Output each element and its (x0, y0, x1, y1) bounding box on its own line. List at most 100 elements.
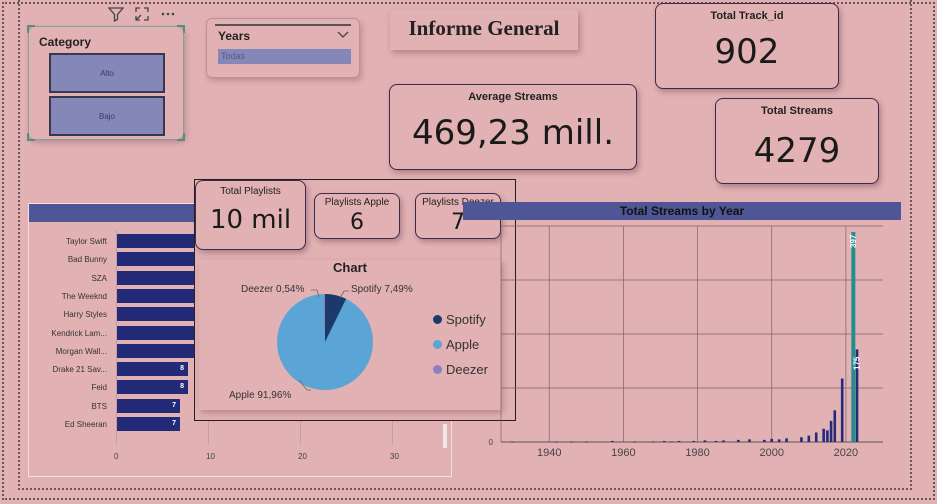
average-streams-card: Average Streams 469,23 mill. (389, 84, 637, 170)
total-streams-value: 4279 (753, 131, 841, 171)
artist-label: Drake 21 Sav... (52, 365, 107, 375)
artist-bar[interactable] (116, 252, 196, 267)
streams-chart-title: Total Streams by Year (463, 202, 901, 220)
artist-label: Bad Bunny (67, 255, 107, 265)
year-axis-tick: 1960 (611, 447, 635, 459)
total-streams-card: Total Streams 4279 (715, 98, 879, 184)
legend-spotify-dot (433, 315, 442, 324)
playlists-apple-card: Playlists Apple 6 (314, 193, 400, 239)
pie-label-apple: Apple 91,96% (229, 390, 292, 401)
year-bar (714, 440, 718, 442)
artist-label: SZA (91, 273, 107, 283)
artist-bar[interactable] (116, 288, 196, 303)
years-slicer: Years Todas (206, 18, 360, 78)
artist-bar[interactable]: 8 (116, 380, 188, 395)
year-bar (703, 440, 707, 442)
playlists-apple-value: 6 (350, 210, 364, 235)
artist-bar[interactable] (116, 343, 196, 358)
artist-axis-tick: 20 (298, 452, 307, 461)
artist-label: Harry Styles (63, 310, 107, 320)
year-bar (748, 439, 751, 442)
year-bar (651, 441, 655, 443)
artist-label: The Weeknd (61, 291, 107, 301)
years-dropdown[interactable]: Todas (218, 49, 351, 64)
year-bar (677, 440, 681, 442)
year-bar (510, 441, 514, 443)
visual-toolbar (108, 6, 176, 22)
year-axis-tick: 1980 (685, 447, 709, 459)
pie-chart (277, 289, 373, 391)
streams-year-plot: 397 175 1940 1960 1980 2000 2020 0 (489, 225, 883, 459)
year-bar (807, 435, 811, 442)
artist-label: Kendrick Lam... (51, 328, 107, 338)
pie-label-spotify: Spotify 7,49% (351, 284, 413, 295)
category-option-bajo[interactable]: Bajo (49, 96, 165, 136)
legend-apple-dot (433, 340, 442, 349)
artist-gridline (116, 230, 117, 444)
artist-bar[interactable]: 8 (116, 362, 188, 377)
years-slicer-title: Years (218, 29, 251, 43)
chevron-up-icon[interactable] (337, 31, 349, 39)
year-bar (670, 441, 673, 443)
total-track-value: 902 (714, 32, 780, 72)
report-title-box: Informe General (390, 10, 578, 50)
artist-bar[interactable]: 7 (116, 398, 180, 413)
artist-bar[interactable] (116, 325, 196, 340)
artist-label: BTS (91, 401, 107, 411)
year-axis-tick: 2000 (759, 447, 783, 459)
filter-icon[interactable] (108, 6, 124, 22)
year-bar (785, 438, 788, 442)
year-bar (662, 440, 666, 442)
artist-chart-scrollbar[interactable] (443, 424, 447, 448)
streams-by-year-chart: Total Streams by Year 397 175 1940 1960 1980… (463, 202, 901, 478)
pie-label-deezer: Deezer 0,54% (241, 284, 305, 295)
year-bar (833, 410, 837, 442)
year-bar (840, 378, 844, 442)
year-bar (770, 438, 774, 442)
artist-axis-tick: 10 (206, 452, 215, 461)
artist-label: Feid (91, 383, 107, 393)
average-streams-label: Average Streams (468, 91, 558, 103)
year-bar (763, 439, 766, 442)
year-bar (826, 430, 829, 442)
artist-axis-tick: 0 (114, 452, 119, 461)
year-bar (692, 440, 696, 442)
report-title: Informe General (408, 16, 560, 40)
legend-deezer-dot (433, 365, 442, 374)
artist-label: Ed Sheeran (64, 420, 107, 429)
expand-icon[interactable] (134, 6, 150, 22)
playlists-apple-label: Playlists Apple (324, 197, 390, 208)
artist-bar[interactable]: 7 (116, 417, 180, 431)
year-bar (822, 428, 825, 442)
artist-label: Morgan Wall... (55, 346, 107, 356)
year-data-label: 397 (849, 234, 858, 248)
category-option-alto[interactable]: Alto (49, 53, 165, 93)
year-bar (633, 441, 636, 443)
year-axis-tick-y: 0 (489, 438, 494, 447)
total-streams-label: Total Streams (761, 105, 833, 117)
total-playlists-value: 10 mil (209, 205, 292, 235)
artist-bar[interactable] (116, 307, 196, 322)
more-options-icon[interactable] (160, 6, 176, 22)
artist-axis-tick: 30 (390, 452, 399, 461)
year-bar (814, 432, 818, 442)
artist-bar[interactable] (116, 270, 196, 285)
year-bar (777, 439, 781, 442)
year-bar (555, 441, 558, 443)
year-data-label: 175 (853, 356, 862, 370)
artist-bar[interactable] (116, 234, 196, 248)
year-bar (851, 232, 856, 442)
year-axis-tick: 1940 (537, 447, 561, 459)
category-slicer: Category Alto Bajo (27, 25, 185, 141)
year-bar (585, 441, 588, 443)
year-bar (722, 440, 725, 442)
year-bar (570, 441, 573, 443)
total-playlists-label: Total Playlists (220, 186, 281, 197)
total-track-card: Total Track_id 902 (655, 3, 839, 89)
category-slicer-title: Category (39, 35, 92, 49)
total-playlists-card: Total Playlists 10 mil (195, 180, 306, 250)
year-bar (829, 420, 833, 442)
year-bar (800, 437, 803, 442)
average-streams-value: 469,23 mill. (411, 113, 615, 153)
pie-chart-panel: Chart Deezer 0,54% Spotify 7,49% Apple 9… (199, 260, 501, 410)
